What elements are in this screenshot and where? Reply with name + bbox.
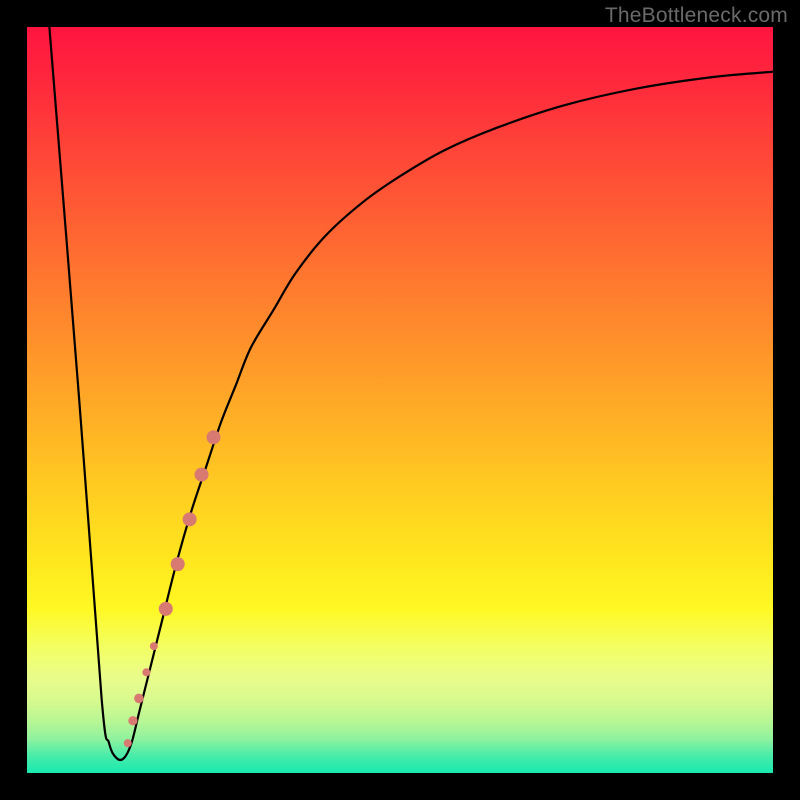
watermark-label: TheBottleneck.com	[605, 4, 788, 28]
curve-marker	[207, 430, 221, 444]
curve-marker	[150, 642, 158, 650]
curve-line	[49, 27, 773, 760]
curve-marker	[159, 602, 173, 616]
curve-marker	[128, 716, 137, 725]
curve-marker	[171, 557, 185, 571]
curve-marker	[134, 694, 144, 704]
curve-marker	[142, 668, 150, 676]
curve-marker	[124, 739, 132, 747]
chart-overlay	[27, 27, 773, 773]
chart-frame: TheBottleneck.com	[0, 0, 800, 800]
curve-marker	[183, 512, 197, 526]
curve-markers	[124, 430, 221, 747]
curve-marker	[195, 468, 209, 482]
